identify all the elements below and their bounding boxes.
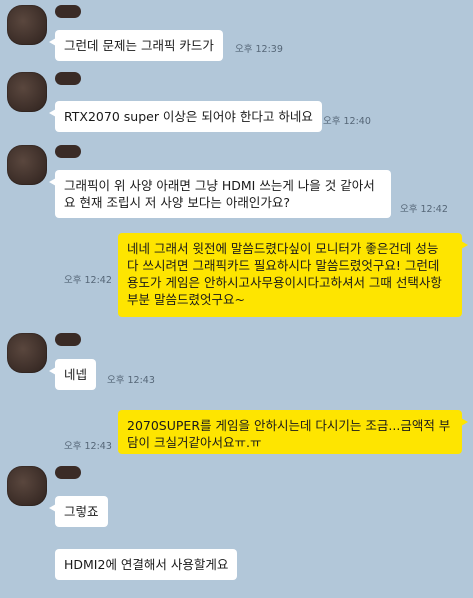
message-line: 부분 말씀드렸엇구요~ [127, 292, 245, 307]
sender-name [55, 72, 81, 85]
message-text: HDMI2에 연결해서 사용할게요 [64, 557, 229, 572]
message-bubble-received[interactable]: 네넵 [48, 359, 97, 390]
sender-name [55, 5, 81, 18]
message-time: 오후 12:39 [235, 44, 283, 55]
message-text: RTX2070 super 이상은 되어야 한다고 하네요 [64, 109, 313, 124]
message-bubble-received[interactable]: RTX2070 super 이상은 되어야 한다고 하네요 [49, 101, 322, 132]
message-bubble-received[interactable]: 그런데 문제는 그래픽 카드가 [49, 30, 223, 61]
message-line: 그래픽이 위 사양 아래면 그냥 HDMI 쓰는게 나을 것 같아서 [64, 178, 375, 193]
message-line: 요 현재 조립시 저 사양 보다는 아래인가요? [64, 195, 290, 210]
message-line: 네네 그래서 윗전에 말씀드렸다싶이 모니터가 좋은건데 성능 [127, 241, 439, 256]
message-line: 용도가 게임은 안하시고사무용이시다고하셔서 그때 선택사항 [127, 275, 442, 290]
message-time: 오후 12:43 [64, 441, 112, 452]
message-bubble-sent[interactable]: 2070SUPER를 게임을 안하시는데 다시기는 조금...금액적 부 담이 … [118, 410, 468, 454]
sender-name [55, 333, 81, 346]
sender-name [55, 145, 81, 158]
message-time: 오후 12:40 [323, 116, 371, 127]
chat-room: 그런데 문제는 그래픽 카드가 오후 12:39 RTX2070 super 이… [0, 0, 473, 598]
message-text: 그렇죠 [64, 504, 99, 519]
message-line: 2070SUPER를 게임을 안하시는데 다시기는 조금...금액적 부 [127, 418, 451, 433]
message-line: 담이 크실거같아서요ㅠ.ㅠ [127, 435, 262, 450]
message-text: 그런데 문제는 그래픽 카드가 [64, 38, 214, 53]
message-bubble-sent[interactable]: 네네 그래서 윗전에 말씀드렸다싶이 모니터가 좋은건데 성능 다 쓰시려면 그… [118, 233, 468, 317]
message-bubble-received[interactable]: 그렇죠 [49, 496, 108, 527]
avatar[interactable] [7, 466, 47, 506]
avatar[interactable] [7, 72, 47, 112]
message-time: 오후 12:42 [64, 275, 112, 286]
message-time: 오후 12:43 [107, 375, 155, 386]
message-bubble-received[interactable]: HDMI2에 연결해서 사용할게요 [55, 549, 238, 580]
sender-name [55, 466, 81, 479]
avatar[interactable] [7, 145, 47, 185]
message-time: 오후 12:42 [400, 204, 448, 215]
message-bubble-received[interactable]: 그래픽이 위 사양 아래면 그냥 HDMI 쓰는게 나을 것 같아서 요 현재 … [49, 170, 391, 218]
message-text: 네넵 [64, 367, 88, 382]
avatar[interactable] [7, 333, 47, 373]
message-line: 다 쓰시려면 그래픽카드 필요하시다 말씀드렸엇구요! 그런데 [127, 258, 440, 273]
avatar[interactable] [7, 5, 47, 45]
